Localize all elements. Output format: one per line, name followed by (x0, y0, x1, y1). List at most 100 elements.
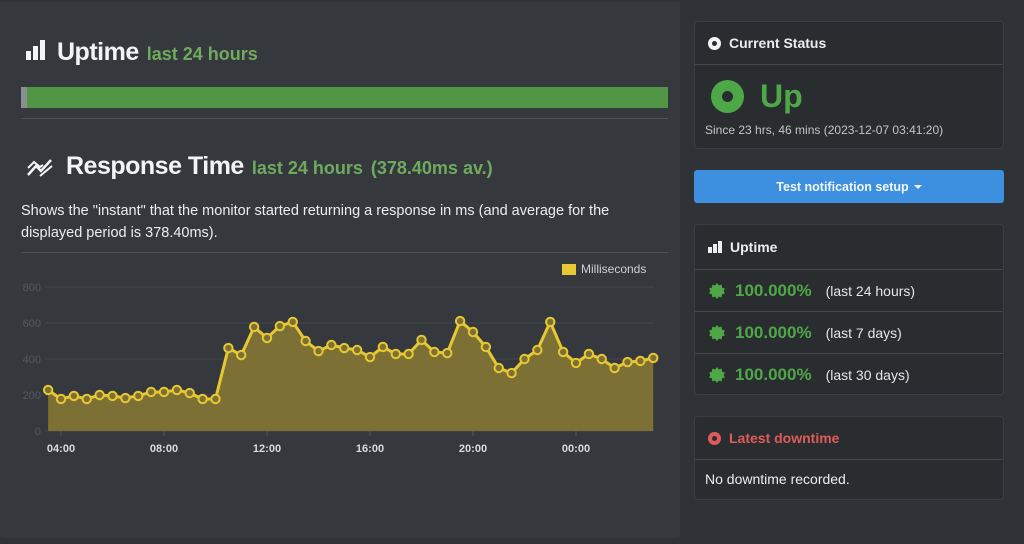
current-status-title: Current Status (729, 35, 827, 51)
bar-chart-icon (26, 40, 45, 60)
x-tick-label: 12:00 (253, 443, 281, 455)
current-status-header: Current Status (695, 22, 1003, 65)
data-point (313, 345, 324, 357)
data-point (532, 344, 543, 356)
data-point (287, 316, 298, 328)
certificate-badge-icon (709, 324, 725, 341)
latest-downtime-title: Latest downtime (729, 430, 840, 446)
data-point (107, 390, 118, 402)
data-point (609, 362, 620, 374)
bar-chart-icon (708, 241, 722, 253)
downtime-dot-icon (708, 431, 721, 445)
x-tick-label: 16:00 (356, 443, 384, 455)
uptime-card-header: Uptime (695, 225, 1003, 270)
data-point (248, 321, 260, 333)
data-point (261, 332, 273, 344)
test-notification-button[interactable]: Test notification setup (694, 170, 1004, 203)
line-chart-icon (27, 158, 53, 177)
data-point (274, 320, 286, 332)
data-point (622, 356, 633, 368)
x-tick-label: 04:00 (47, 443, 75, 455)
data-point (390, 348, 401, 360)
uptime-heading: Uptime last 24 hours (26, 38, 258, 67)
data-point (145, 386, 157, 398)
legend-swatch (562, 263, 576, 275)
data-point (351, 344, 363, 356)
latest-downtime-card: Latest downtime No downtime recorded. (694, 416, 1004, 500)
data-point (545, 316, 556, 328)
data-point (377, 341, 389, 353)
uptime-card-title: Uptime (730, 239, 778, 255)
main-panel: Uptime last 24 hours Response Time last … (0, 2, 680, 538)
uptime-row: 100.000% (last 7 days) (695, 312, 1003, 354)
uptime-bar-unknown-segment (21, 87, 28, 108)
certificate-badge-icon (709, 282, 725, 299)
uptime-card: Uptime 100.000% (last 24 hours) 100.000%… (694, 224, 1004, 395)
data-point (557, 346, 569, 358)
data-point (120, 392, 131, 404)
uptime-title: Uptime (57, 38, 139, 66)
data-point (68, 390, 80, 402)
data-point (403, 348, 414, 360)
data-point (364, 351, 376, 363)
legend-label: Milliseconds (581, 262, 647, 276)
y-tick-label: 400 (23, 354, 41, 366)
data-point (635, 355, 646, 367)
data-point (94, 389, 105, 401)
uptime-subtitle: last 24 hours (146, 44, 258, 64)
uptime-period: (last 24 hours) (825, 282, 916, 299)
data-point (236, 349, 247, 361)
data-point (583, 348, 595, 360)
latest-downtime-header: Latest downtime (695, 417, 1003, 460)
y-tick-label: 800 (23, 282, 41, 294)
data-point (223, 342, 234, 354)
data-point (480, 341, 492, 353)
uptime-bar (21, 87, 668, 108)
response-time-chart: 0 200 400 600 800 04:00 08:00 12:00 16:00 20:00 00… (0, 257, 680, 467)
data-point (596, 353, 607, 365)
data-point (171, 384, 183, 396)
x-tick-label: 20:00 (459, 443, 487, 455)
current-status-card: Current Status Up Since 23 hrs, 46 mins … (694, 21, 1004, 149)
chart-legend[interactable]: Milliseconds (562, 262, 646, 276)
response-time-heading: Response Time last 24 hours (378.40ms av… (26, 152, 493, 181)
status-indicator: Up (711, 78, 803, 115)
response-time-subtitle: last 24 hours (251, 158, 363, 178)
x-tick-label: 08:00 (150, 443, 178, 455)
divider (21, 118, 668, 119)
data-point (429, 346, 440, 358)
uptime-period: (last 30 days) (825, 367, 910, 383)
certificate-badge-icon (709, 367, 725, 383)
data-point (648, 352, 659, 364)
data-point (454, 315, 466, 327)
caret-down-icon (913, 184, 922, 189)
uptime-row: 100.000% (last 30 days) (695, 354, 1003, 396)
status-dot-icon (708, 36, 721, 50)
data-point (442, 347, 453, 359)
y-tick-label: 0 (35, 426, 41, 438)
y-tick-label: 200 (23, 390, 41, 402)
uptime-percent: 100.000% (735, 322, 812, 342)
data-point (55, 393, 67, 405)
response-time-description: Shows the "instant" that the monitor sta… (21, 203, 610, 241)
series-area (48, 321, 654, 431)
data-point (326, 339, 337, 351)
uptime-percent: 100.000% (735, 365, 812, 384)
data-point (158, 386, 170, 398)
test-notification-label: Test notification setup (776, 179, 909, 194)
data-point (42, 384, 54, 396)
uptime-percent: 100.000% (735, 280, 812, 300)
data-point (493, 362, 504, 374)
downtime-message: No downtime recorded. (705, 471, 850, 487)
data-point (81, 393, 92, 405)
data-point (210, 393, 221, 405)
uptime-row: 100.000% (last 24 hours) (695, 270, 1003, 312)
status-up-icon (711, 80, 744, 113)
data-point (300, 335, 311, 347)
data-point (506, 367, 517, 379)
x-tick-label: 00:00 (562, 443, 590, 455)
data-point (570, 357, 582, 369)
data-point (184, 387, 195, 399)
data-point (339, 342, 350, 354)
response-time-title: Response Time (66, 152, 244, 180)
